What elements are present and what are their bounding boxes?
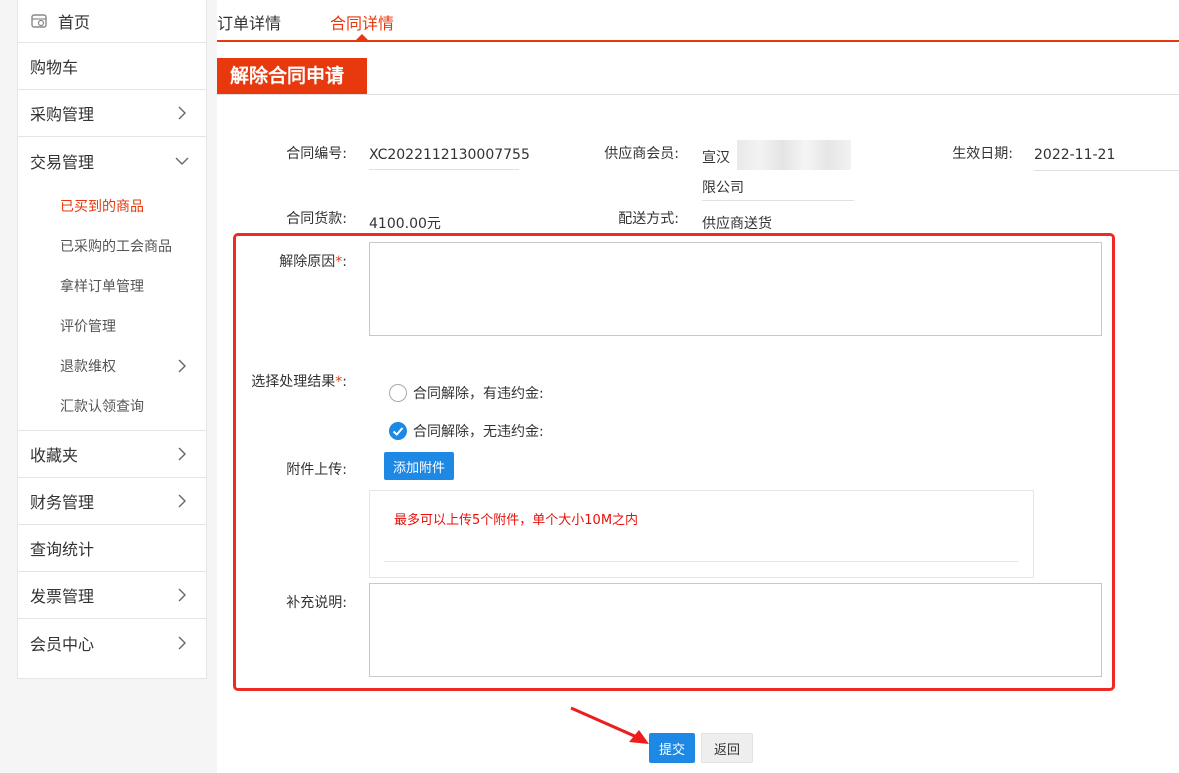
attachment-note: 最多可以上传5个附件，单个大小10M之内 bbox=[394, 513, 639, 528]
nav-favorites-label: 收藏夹 bbox=[30, 446, 79, 465]
amount-label: 合同货款: bbox=[286, 211, 347, 227]
supplier-label: 供应商会员: bbox=[604, 146, 679, 162]
nav-finance[interactable]: 财务管理 bbox=[18, 478, 206, 525]
contract-no-label: 合同编号: bbox=[286, 146, 347, 162]
add-attachment-button[interactable]: 添加附件 bbox=[384, 452, 454, 480]
reason-label-text: 解除原因 bbox=[279, 254, 336, 270]
sub-item-remittance[interactable]: 汇款认领查询 bbox=[18, 386, 206, 426]
nav-member[interactable]: 会员中心 bbox=[18, 619, 206, 666]
sub-item-label: 已采购的工会商品 bbox=[60, 239, 172, 255]
divider bbox=[369, 169, 519, 170]
supplier-value-line2: 限公司 bbox=[702, 180, 744, 196]
tab-contract-detail[interactable]: 合同详情 bbox=[330, 10, 394, 34]
amount-value: 4100.00元 bbox=[369, 216, 441, 232]
attachment-area[interactable]: 最多可以上传5个附件，单个大小10M之内 bbox=[369, 490, 1034, 578]
tab-order-detail[interactable]: 订单详情 bbox=[217, 10, 281, 34]
nav-purchase-label: 采购管理 bbox=[30, 105, 95, 124]
section-title: 解除合同申请 bbox=[217, 58, 367, 94]
sub-item-label: 退款维权 bbox=[60, 359, 116, 375]
nav-cart-label: 购物车 bbox=[30, 58, 79, 77]
delivery-value: 供应商送货 bbox=[702, 216, 772, 232]
contract-no-value: XC2022112130007755 bbox=[369, 147, 530, 163]
radio-option-label: 合同解除，无违约金: bbox=[413, 424, 544, 440]
attach-label: 附件上传: bbox=[286, 462, 347, 478]
effective-date-value: 2022-11-21 bbox=[1034, 147, 1116, 163]
sub-item-union-goods[interactable]: 已采购的工会商品 bbox=[18, 226, 206, 266]
section-header: 解除合同申请 bbox=[217, 58, 1179, 95]
label-suffix: : bbox=[342, 374, 347, 390]
sub-item-refunds[interactable]: 退款维权 bbox=[18, 346, 206, 386]
nav-query-label: 查询统计 bbox=[30, 540, 95, 559]
nav-trade-label: 交易管理 bbox=[30, 152, 95, 172]
radio-option-label: 合同解除，有违约金: bbox=[413, 386, 544, 402]
sub-item-bought-goods[interactable]: 已买到的商品 bbox=[18, 186, 206, 226]
reason-label: 解除原因*: bbox=[257, 251, 347, 271]
result-label: 选择处理结果*: bbox=[237, 371, 347, 391]
sub-item-label: 评价管理 bbox=[60, 319, 116, 335]
sub-item-label: 拿样订单管理 bbox=[60, 279, 144, 295]
main-content: 订单详情 合同详情 解除合同申请 合同编号: XC202211213000775… bbox=[217, 0, 1179, 773]
sidebar: 首页 购物车 采购管理 交易管理 已买到的商品 已采购的工会商品 拿样订单管理 … bbox=[17, 0, 207, 679]
result-label-text: 选择处理结果 bbox=[251, 374, 336, 390]
sub-item-label: 汇款认领查询 bbox=[60, 399, 144, 415]
radio-unchecked-icon bbox=[389, 384, 407, 402]
redacted-region bbox=[737, 140, 851, 170]
back-button[interactable]: 返回 bbox=[701, 733, 753, 763]
submit-button[interactable]: 提交 bbox=[649, 733, 695, 763]
active-tab-caret bbox=[354, 34, 370, 42]
chevron-right-icon bbox=[178, 494, 186, 508]
nav-home-label: 首页 bbox=[58, 13, 91, 32]
nav-invoice-label: 发票管理 bbox=[30, 587, 95, 606]
radio-checked-icon bbox=[389, 422, 407, 440]
nav-favorites[interactable]: 收藏夹 bbox=[18, 431, 206, 478]
chevron-down-icon bbox=[175, 157, 189, 165]
sub-item-label: 已买到的商品 bbox=[60, 199, 144, 215]
nav-home[interactable]: 首页 bbox=[18, 0, 206, 43]
chevron-right-icon bbox=[178, 447, 186, 461]
label-suffix: : bbox=[342, 254, 347, 270]
nav-query[interactable]: 查询统计 bbox=[18, 525, 206, 572]
nav-trade[interactable]: 交易管理 bbox=[18, 137, 206, 184]
arrow-annotation-icon bbox=[782, 703, 882, 753]
chevron-right-icon bbox=[178, 106, 186, 120]
divider bbox=[1034, 170, 1179, 171]
sub-item-sample-orders[interactable]: 拿样订单管理 bbox=[18, 266, 206, 306]
chevron-right-icon bbox=[178, 588, 186, 602]
nav-member-label: 会员中心 bbox=[30, 634, 95, 654]
divider bbox=[384, 561, 1018, 562]
sub-item-reviews[interactable]: 评价管理 bbox=[18, 306, 206, 346]
supplier-value-line1: 宣汉 bbox=[702, 150, 730, 166]
radio-option-with-penalty[interactable]: 合同解除，有违约金: bbox=[389, 383, 544, 403]
chevron-right-icon bbox=[178, 636, 186, 649]
delivery-label: 配送方式: bbox=[618, 211, 679, 227]
nav-invoice[interactable]: 发票管理 bbox=[18, 572, 206, 619]
nav-cart[interactable]: 购物车 bbox=[18, 43, 206, 90]
effective-date-label: 生效日期: bbox=[952, 146, 1013, 162]
radio-option-no-penalty[interactable]: 合同解除，无违约金: bbox=[389, 421, 544, 441]
nav-purchase[interactable]: 采购管理 bbox=[18, 90, 206, 137]
divider bbox=[702, 200, 854, 201]
nav-finance-label: 财务管理 bbox=[30, 493, 95, 512]
supplement-label: 补充说明: bbox=[286, 595, 347, 611]
pointer-arrow-icon bbox=[570, 706, 649, 744]
reason-textarea[interactable] bbox=[369, 242, 1102, 336]
home-icon bbox=[31, 14, 47, 28]
supplement-textarea[interactable] bbox=[369, 583, 1102, 677]
chevron-right-icon bbox=[178, 359, 186, 373]
trade-submenu: 已买到的商品 已采购的工会商品 拿样订单管理 评价管理 退款维权 汇款认领查询 bbox=[18, 184, 206, 431]
